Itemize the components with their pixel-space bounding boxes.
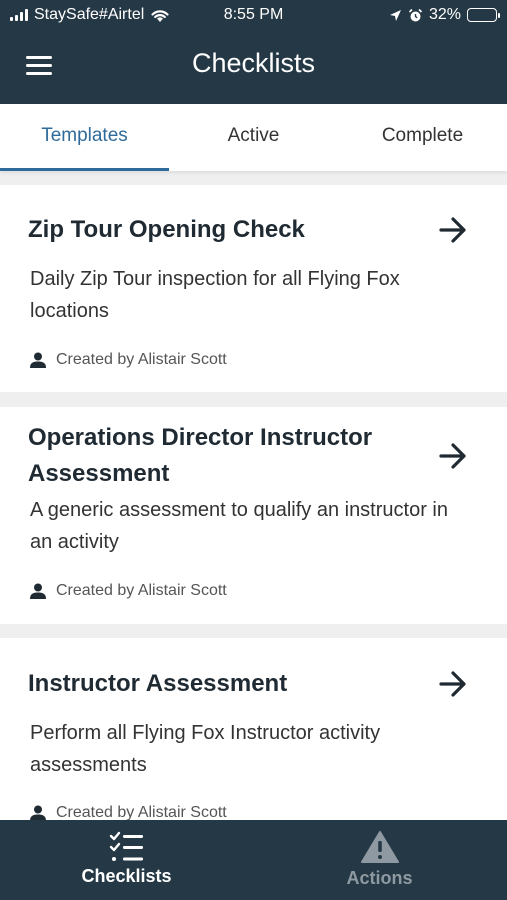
nav-label: Checklists <box>81 866 172 886</box>
person-icon <box>30 583 46 599</box>
created-by-text: Created by Alistair Scott <box>56 351 227 368</box>
battery-percent: 32% <box>428 6 461 23</box>
active-tab-indicator <box>0 168 169 171</box>
nav-item-checklists[interactable]: Checklists <box>0 820 253 900</box>
app-header: StaySafe#Airtel 8:55 PM 32% Checklists <box>0 0 507 104</box>
page-title: Checklists <box>191 48 316 78</box>
location-arrow-icon <box>389 9 401 21</box>
person-icon <box>30 805 46 821</box>
checklist-card[interactable]: Operations Director Instructor Assessmen… <box>0 407 507 624</box>
tab-templates[interactable]: Templates <box>0 104 169 171</box>
card-description: Daily Zip Tour inspection for all Flying… <box>30 268 400 322</box>
nav-item-actions[interactable]: Actions <box>253 820 506 900</box>
arrow-right-icon[interactable] <box>438 443 468 469</box>
alarm-clock-icon <box>408 8 423 21</box>
tab-label: Templates <box>41 125 128 146</box>
arrow-right-icon[interactable] <box>438 671 468 697</box>
tab-complete[interactable]: Complete <box>338 104 507 171</box>
nav-label: Actions <box>346 868 413 888</box>
card-title: Zip Tour Opening Check <box>28 216 305 243</box>
card-author: Created by Alistair Scott <box>30 582 227 600</box>
arrow-right-icon[interactable] <box>438 217 468 243</box>
tab-bar: Templates Active Complete <box>0 104 507 171</box>
status-bar: StaySafe#Airtel 8:55 PM 32% <box>0 0 507 30</box>
warning-triangle-icon <box>361 831 399 863</box>
card-title: Operations Director Instructor Assessmen… <box>28 424 373 487</box>
battery-icon <box>467 8 500 22</box>
checklist-icon <box>109 831 143 861</box>
bottom-nav: Checklists Actions <box>0 820 507 900</box>
checklist-card[interactable]: Instructor Assessment Perform all Flying… <box>0 638 507 821</box>
created-by-text: Created by Alistair Scott <box>56 582 227 599</box>
tab-label: Active <box>227 125 280 146</box>
card-title: Instructor Assessment <box>28 670 288 697</box>
checklist-card[interactable]: Zip Tour Opening Check Daily Zip Tour in… <box>0 185 507 392</box>
tab-active[interactable]: Active <box>169 104 338 171</box>
card-description: Perform all Flying Fox Instructor activi… <box>30 722 381 776</box>
tab-label: Complete <box>381 125 464 146</box>
card-description: A generic assessment to qualify an instr… <box>30 499 448 553</box>
card-author: Created by Alistair Scott <box>30 351 227 369</box>
person-icon <box>30 352 46 368</box>
